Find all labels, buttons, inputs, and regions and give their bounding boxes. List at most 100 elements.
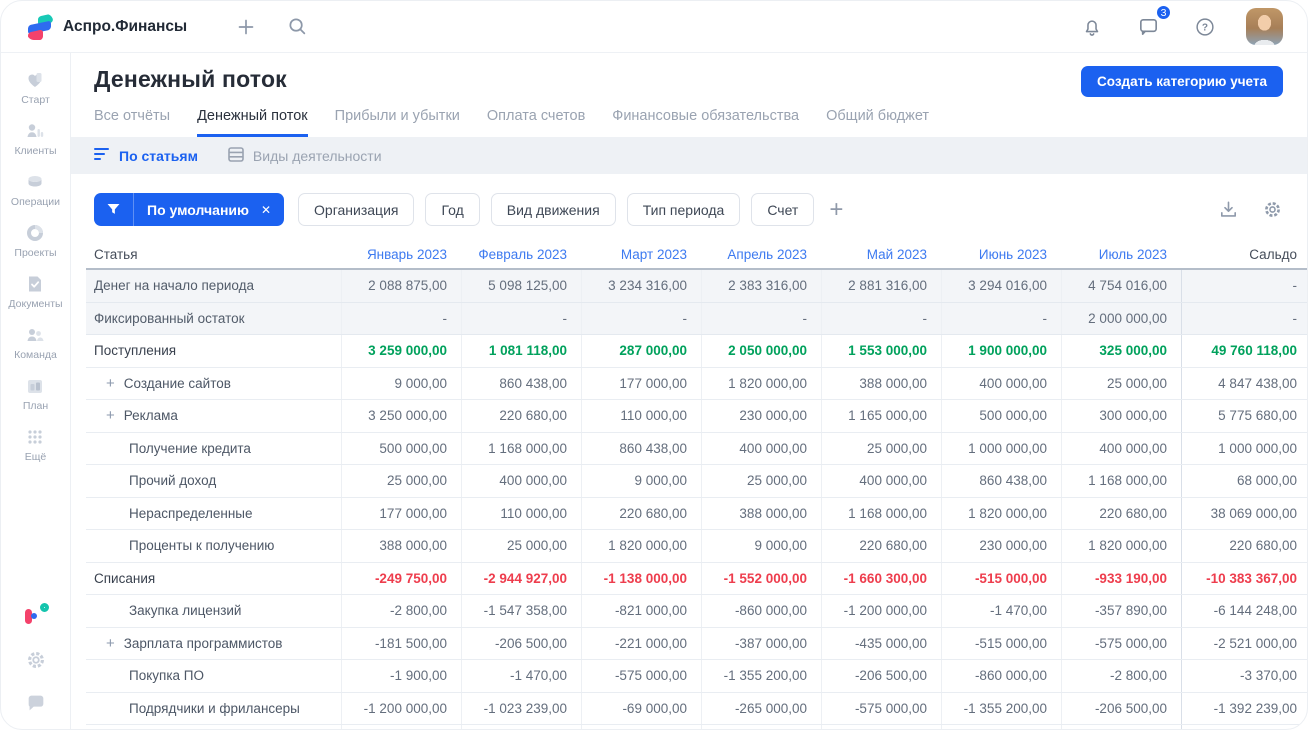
topbar-actions: 3 ?	[1077, 4, 1283, 45]
table-row[interactable]: Нераспределенные 177 000,00 110 000,00 220 …	[86, 497, 1307, 530]
table-row[interactable]: +Зарплата программистов-2 800,00-1 547 3…	[86, 725, 1307, 729]
row-label: Закупка лицензий	[129, 603, 242, 619]
export-download-icon[interactable]	[1216, 197, 1241, 222]
create-category-button[interactable]: Создать категорию учета	[1081, 66, 1283, 97]
table-row[interactable]: Подрядчики и фрилансеры -1 200 000,00 -1 0…	[86, 692, 1307, 725]
saldo-cell: 4 847 438,00	[1181, 367, 1307, 399]
tab-0[interactable]: Все отчёты	[94, 108, 170, 137]
add-filter-icon[interactable]: +	[829, 197, 843, 222]
sidebar-item-start[interactable]: Старт	[8, 69, 62, 106]
tab-3[interactable]: Оплата счетов	[487, 108, 585, 137]
table-row[interactable]: Поступления 3 259 000,00 1 081 118,00 287 0…	[86, 335, 1307, 368]
value-cell: 500 000,00	[941, 400, 1061, 432]
table-row[interactable]: Проценты к получению 388 000,00 25 000,00 1…	[86, 530, 1307, 563]
value-cell: 1 820 000,00	[701, 367, 821, 399]
saldo-cell: 38 069 000,00	[1181, 497, 1307, 529]
sidebar-item-clients[interactable]: Клиенты	[8, 120, 62, 157]
value-cell: -	[941, 302, 1061, 334]
table-row[interactable]: Денег на начало периода 2 088 875,00 5 098…	[86, 270, 1307, 303]
view-switch-band: По статьям Виды деятельности	[71, 137, 1307, 174]
table-row[interactable]: + Зарплата программистов -181 500,00 -206 5…	[86, 627, 1307, 660]
row-label-cell: + Реклама	[86, 400, 341, 432]
sidebar-item-more[interactable]: Ещё	[8, 426, 62, 463]
table-row[interactable]: Прочий доход 25 000,00 400 000,00 9 000,00 2…	[86, 465, 1307, 498]
value-cell: -575 000,00	[821, 692, 941, 724]
sidebar-item-operations[interactable]: Операции	[8, 171, 62, 208]
column-header-month[interactable]: Апрель 2023	[701, 240, 821, 268]
sidebar-item-label: Команда	[14, 349, 57, 361]
filter-chip-3[interactable]: Тип периода	[626, 193, 741, 226]
table-row[interactable]: Получение кредита 500 000,00 1 168 000,00 8…	[86, 432, 1307, 465]
support-chat-icon[interactable]	[25, 692, 47, 714]
sidebar-item-plan[interactable]: План	[8, 375, 62, 412]
sidebar-item-documents[interactable]: Документы	[8, 273, 63, 310]
sidebar-item-team[interactable]: Команда	[8, 324, 62, 361]
expand-plus-icon[interactable]: +	[106, 635, 115, 652]
value-cell: -860 000,00	[941, 660, 1061, 692]
quick-add-icon[interactable]	[231, 12, 261, 42]
subtab-activity-types[interactable]: Виды деятельности	[228, 146, 382, 165]
value-cell: 500 000,00	[341, 432, 461, 464]
table-settings-gear-icon[interactable]	[1260, 197, 1285, 222]
table-row[interactable]: Списания -249 750,00 -2 944 927,00 -1 138 0…	[86, 562, 1307, 595]
sidebar-item-projects[interactable]: Проекты	[8, 222, 62, 259]
brand[interactable]: Аспро.Финансы	[27, 13, 187, 40]
tab-4[interactable]: Финансовые обязательства	[612, 108, 799, 137]
clients-icon	[24, 120, 46, 142]
value-cell: 110 000,00	[581, 400, 701, 432]
value-cell: -1 355 200,00	[701, 660, 821, 692]
value-cell: -357 890,00	[1061, 725, 1181, 729]
tab-5[interactable]: Общий бюджет	[826, 108, 929, 137]
column-header-month[interactable]: Июль 2023	[1061, 240, 1181, 268]
filter-chip-0[interactable]: Организация	[298, 193, 415, 226]
expand-plus-icon[interactable]: +	[106, 375, 115, 392]
column-header-month[interactable]: Февраль 2023	[461, 240, 581, 268]
report-tabs: Все отчёты Денежный поток Прибыли и убытки…	[94, 108, 1283, 137]
settings-gear-icon[interactable]	[25, 649, 47, 671]
row-label-cell: Денег на начало периода	[86, 270, 341, 302]
row-label: Реклама	[123, 408, 178, 424]
value-cell: 2 383 316,00	[701, 270, 821, 302]
help-icon[interactable]: ?	[1190, 12, 1220, 42]
app-logo-icon[interactable]	[23, 602, 49, 628]
saldo-cell: -3 370,00	[1181, 660, 1307, 692]
sidebar-item-label: План	[22, 400, 49, 412]
value-cell: -821 000,00	[581, 725, 701, 729]
table-row[interactable]: Закупка лицензий -2 800,00 -1 547 358,00 -8…	[86, 595, 1307, 628]
value-cell: 2 881 316,00	[821, 270, 941, 302]
column-header-month[interactable]: Март 2023	[581, 240, 701, 268]
value-cell: -265 000,00	[701, 692, 821, 724]
active-filter-pill[interactable]: По умолчанию ✕	[94, 193, 285, 226]
value-cell: 220 680,00	[1061, 497, 1181, 529]
value-cell: 220 680,00	[461, 400, 581, 432]
value-cell: 5 098 125,00	[461, 270, 581, 302]
messages-wrap: 3	[1133, 4, 1172, 42]
row-label-cell: Получение кредита	[86, 433, 341, 465]
table-row[interactable]: + Реклама 3 250 000,00 220 680,00 110 000,00…	[86, 400, 1307, 433]
value-cell: 400 000,00	[1061, 432, 1181, 464]
value-cell: 25 000,00	[461, 530, 581, 562]
table-row[interactable]: Покупка ПО -1 900,00 -1 470,00 -575 000,00-…	[86, 660, 1307, 693]
search-icon[interactable]	[283, 12, 312, 41]
subtab-label: Виды деятельности	[252, 147, 382, 164]
bell-icon[interactable]	[1077, 12, 1107, 42]
filter-chip-2[interactable]: Вид движения	[490, 193, 616, 226]
tab-1[interactable]: Денежный поток	[197, 108, 308, 137]
value-cell: 1 165 000,00	[821, 400, 941, 432]
filter-chip-4[interactable]: Счет	[751, 193, 815, 226]
value-cell: -	[341, 302, 461, 334]
row-label: Зарплата программистов	[123, 635, 283, 651]
expand-plus-icon[interactable]: +	[106, 407, 115, 424]
column-header-month[interactable]: Январь 2023	[341, 240, 461, 268]
clear-filter-icon[interactable]: ✕	[258, 203, 284, 217]
subtab-by-articles[interactable]: По статьям	[94, 147, 198, 164]
value-cell: 1 000 000,00	[941, 432, 1061, 464]
value-cell: 9 000,00	[701, 530, 821, 562]
column-header-month[interactable]: Июнь 2023	[941, 240, 1061, 268]
table-row[interactable]: + Создание сайтов 9 000,00 860 438,00 177 00…	[86, 367, 1307, 400]
filter-chip-1[interactable]: Год	[425, 193, 480, 226]
column-header-month[interactable]: Май 2023	[821, 240, 941, 268]
table-row[interactable]: Фиксированный остаток - - - - - -2 000 000,00-	[86, 302, 1307, 335]
tab-2[interactable]: Прибыли и убытки	[335, 108, 460, 137]
user-avatar[interactable]	[1246, 8, 1283, 45]
